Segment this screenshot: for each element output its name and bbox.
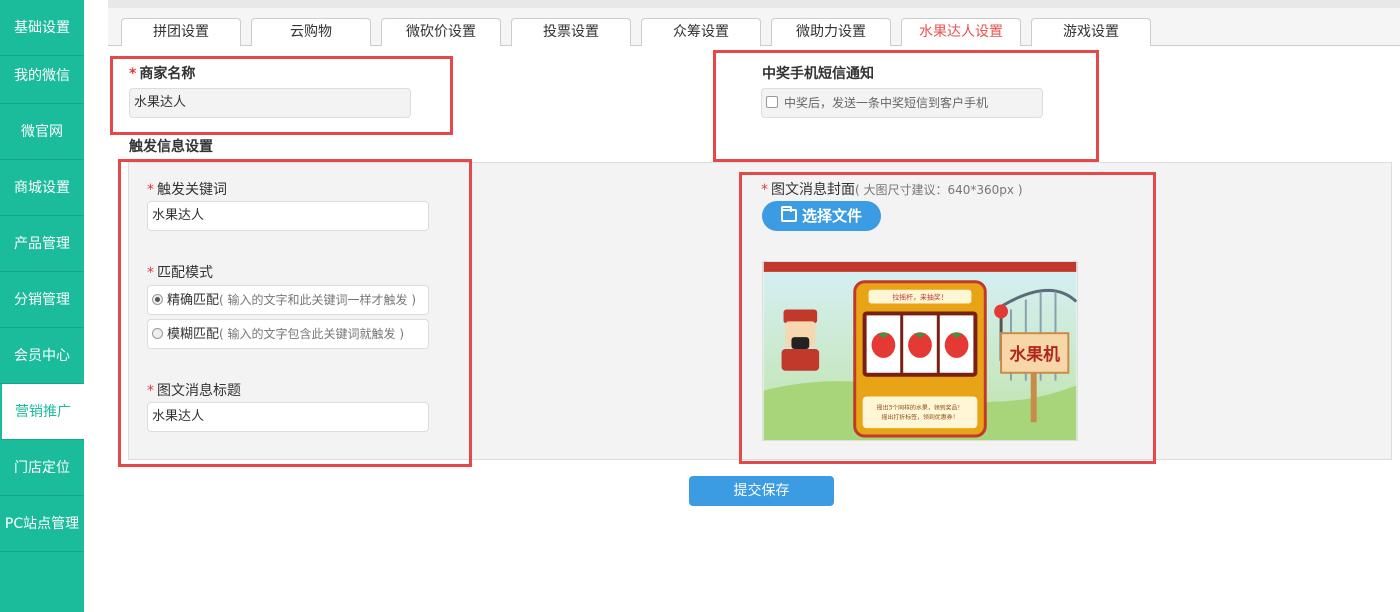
- keyword-input[interactable]: 水果达人: [147, 201, 429, 231]
- image-character-hat: [783, 309, 818, 324]
- news-title-label: * 图文消息标题: [147, 383, 241, 399]
- sidebar-item-distribution[interactable]: 分销管理: [0, 272, 84, 328]
- required-star: *: [147, 182, 154, 198]
- image-sign-post: [1030, 372, 1037, 423]
- choose-file-button[interactable]: 选择文件: [762, 201, 881, 231]
- tab-cloud-shopping[interactable]: 云购物: [251, 18, 371, 46]
- sidebar-item-pc-site[interactable]: PC站点管理: [0, 496, 84, 552]
- sidebar-item-product-management[interactable]: 产品管理: [0, 216, 84, 272]
- sms-notify-checkbox[interactable]: [766, 96, 778, 108]
- match-mode-label: * 匹配模式: [147, 265, 213, 281]
- cover-label: * 图文消息封面( 大图尺寸建议：640*360px ): [761, 182, 1023, 198]
- sidebar-item-member-center[interactable]: 会员中心: [0, 328, 84, 384]
- match-fuzzy-option[interactable]: 模糊匹配( 输入的文字包含此关键词就触发 ): [147, 319, 429, 349]
- trigger-section-title: 触发信息设置: [129, 139, 213, 155]
- tab-fruit-master[interactable]: 水果达人设置: [901, 18, 1021, 46]
- required-star: *: [147, 383, 154, 399]
- merchant-name-input[interactable]: 水果达人: [129, 88, 411, 118]
- tab-crowdfunding[interactable]: 众筹设置: [641, 18, 761, 46]
- tab-vote[interactable]: 投票设置: [511, 18, 631, 46]
- sms-notify-label: 中奖手机短信通知: [762, 66, 874, 82]
- tab-assist[interactable]: 微助力设置: [771, 18, 891, 46]
- match-exact-option[interactable]: 精确匹配( 输入的文字和此关键词一样才触发 ): [147, 285, 429, 315]
- sidebar-item-my-wechat[interactable]: 我的微信: [0, 48, 84, 104]
- submit-save-button[interactable]: 提交保存: [689, 476, 834, 506]
- image-caption-line-2: 摇出打折标签，领到优惠券！: [882, 413, 959, 421]
- required-star: *: [147, 265, 154, 281]
- tab-bar: 拼团设置 云购物 微砍价设置 投票设置 众筹设置 微助力设置 水果达人设置 游戏…: [108, 8, 1400, 46]
- image-character-body: [781, 349, 820, 371]
- sidebar-item-marketing[interactable]: 营销推广: [0, 384, 84, 440]
- image-sign-text: 水果机: [1010, 344, 1061, 364]
- image-lever-knob: [994, 304, 1009, 319]
- keyword-label: * 触发关键词: [147, 182, 227, 198]
- folder-icon: [781, 206, 797, 222]
- tab-bargain[interactable]: 微砍价设置: [381, 18, 501, 46]
- merchant-name-label: * 商家名称: [129, 66, 196, 82]
- sidebar-item-mall-settings[interactable]: 商城设置: [0, 160, 84, 216]
- sidebar-item-store-location[interactable]: 门店定位: [0, 440, 84, 496]
- image-character-beard: [791, 337, 810, 350]
- radio-selected-icon[interactable]: [152, 294, 163, 305]
- sms-notify-field[interactable]: 中奖后，发送一条中奖短信到客户手机: [761, 88, 1043, 118]
- image-caption-panel: [862, 396, 978, 429]
- required-star: *: [761, 182, 768, 198]
- required-star: *: [129, 66, 137, 82]
- image-top-stripe: [763, 262, 1077, 272]
- image-banner-text: 拉摇杆，来抽奖！: [892, 293, 947, 302]
- news-title-input[interactable]: 水果达人: [147, 402, 429, 432]
- sidebar-item-micro-site[interactable]: 微官网: [0, 104, 84, 160]
- sidebar: 基础设置 我的微信 微官网 商城设置 产品管理 分销管理 会员中心 营销推广 门…: [0, 0, 84, 612]
- image-caption-line-1: 摇出3个同样的水果，领到奖品！: [877, 403, 964, 411]
- tab-game[interactable]: 游戏设置: [1031, 18, 1151, 46]
- top-strip: [108, 0, 1400, 8]
- cover-preview-image: 拉摇杆，来抽奖！ 摇出3个同样的水果，领到奖品！ 摇出打折标签，领到优惠券！ 水…: [762, 261, 1078, 441]
- tab-group-buy[interactable]: 拼团设置: [121, 18, 241, 46]
- radio-unselected-icon[interactable]: [152, 328, 163, 339]
